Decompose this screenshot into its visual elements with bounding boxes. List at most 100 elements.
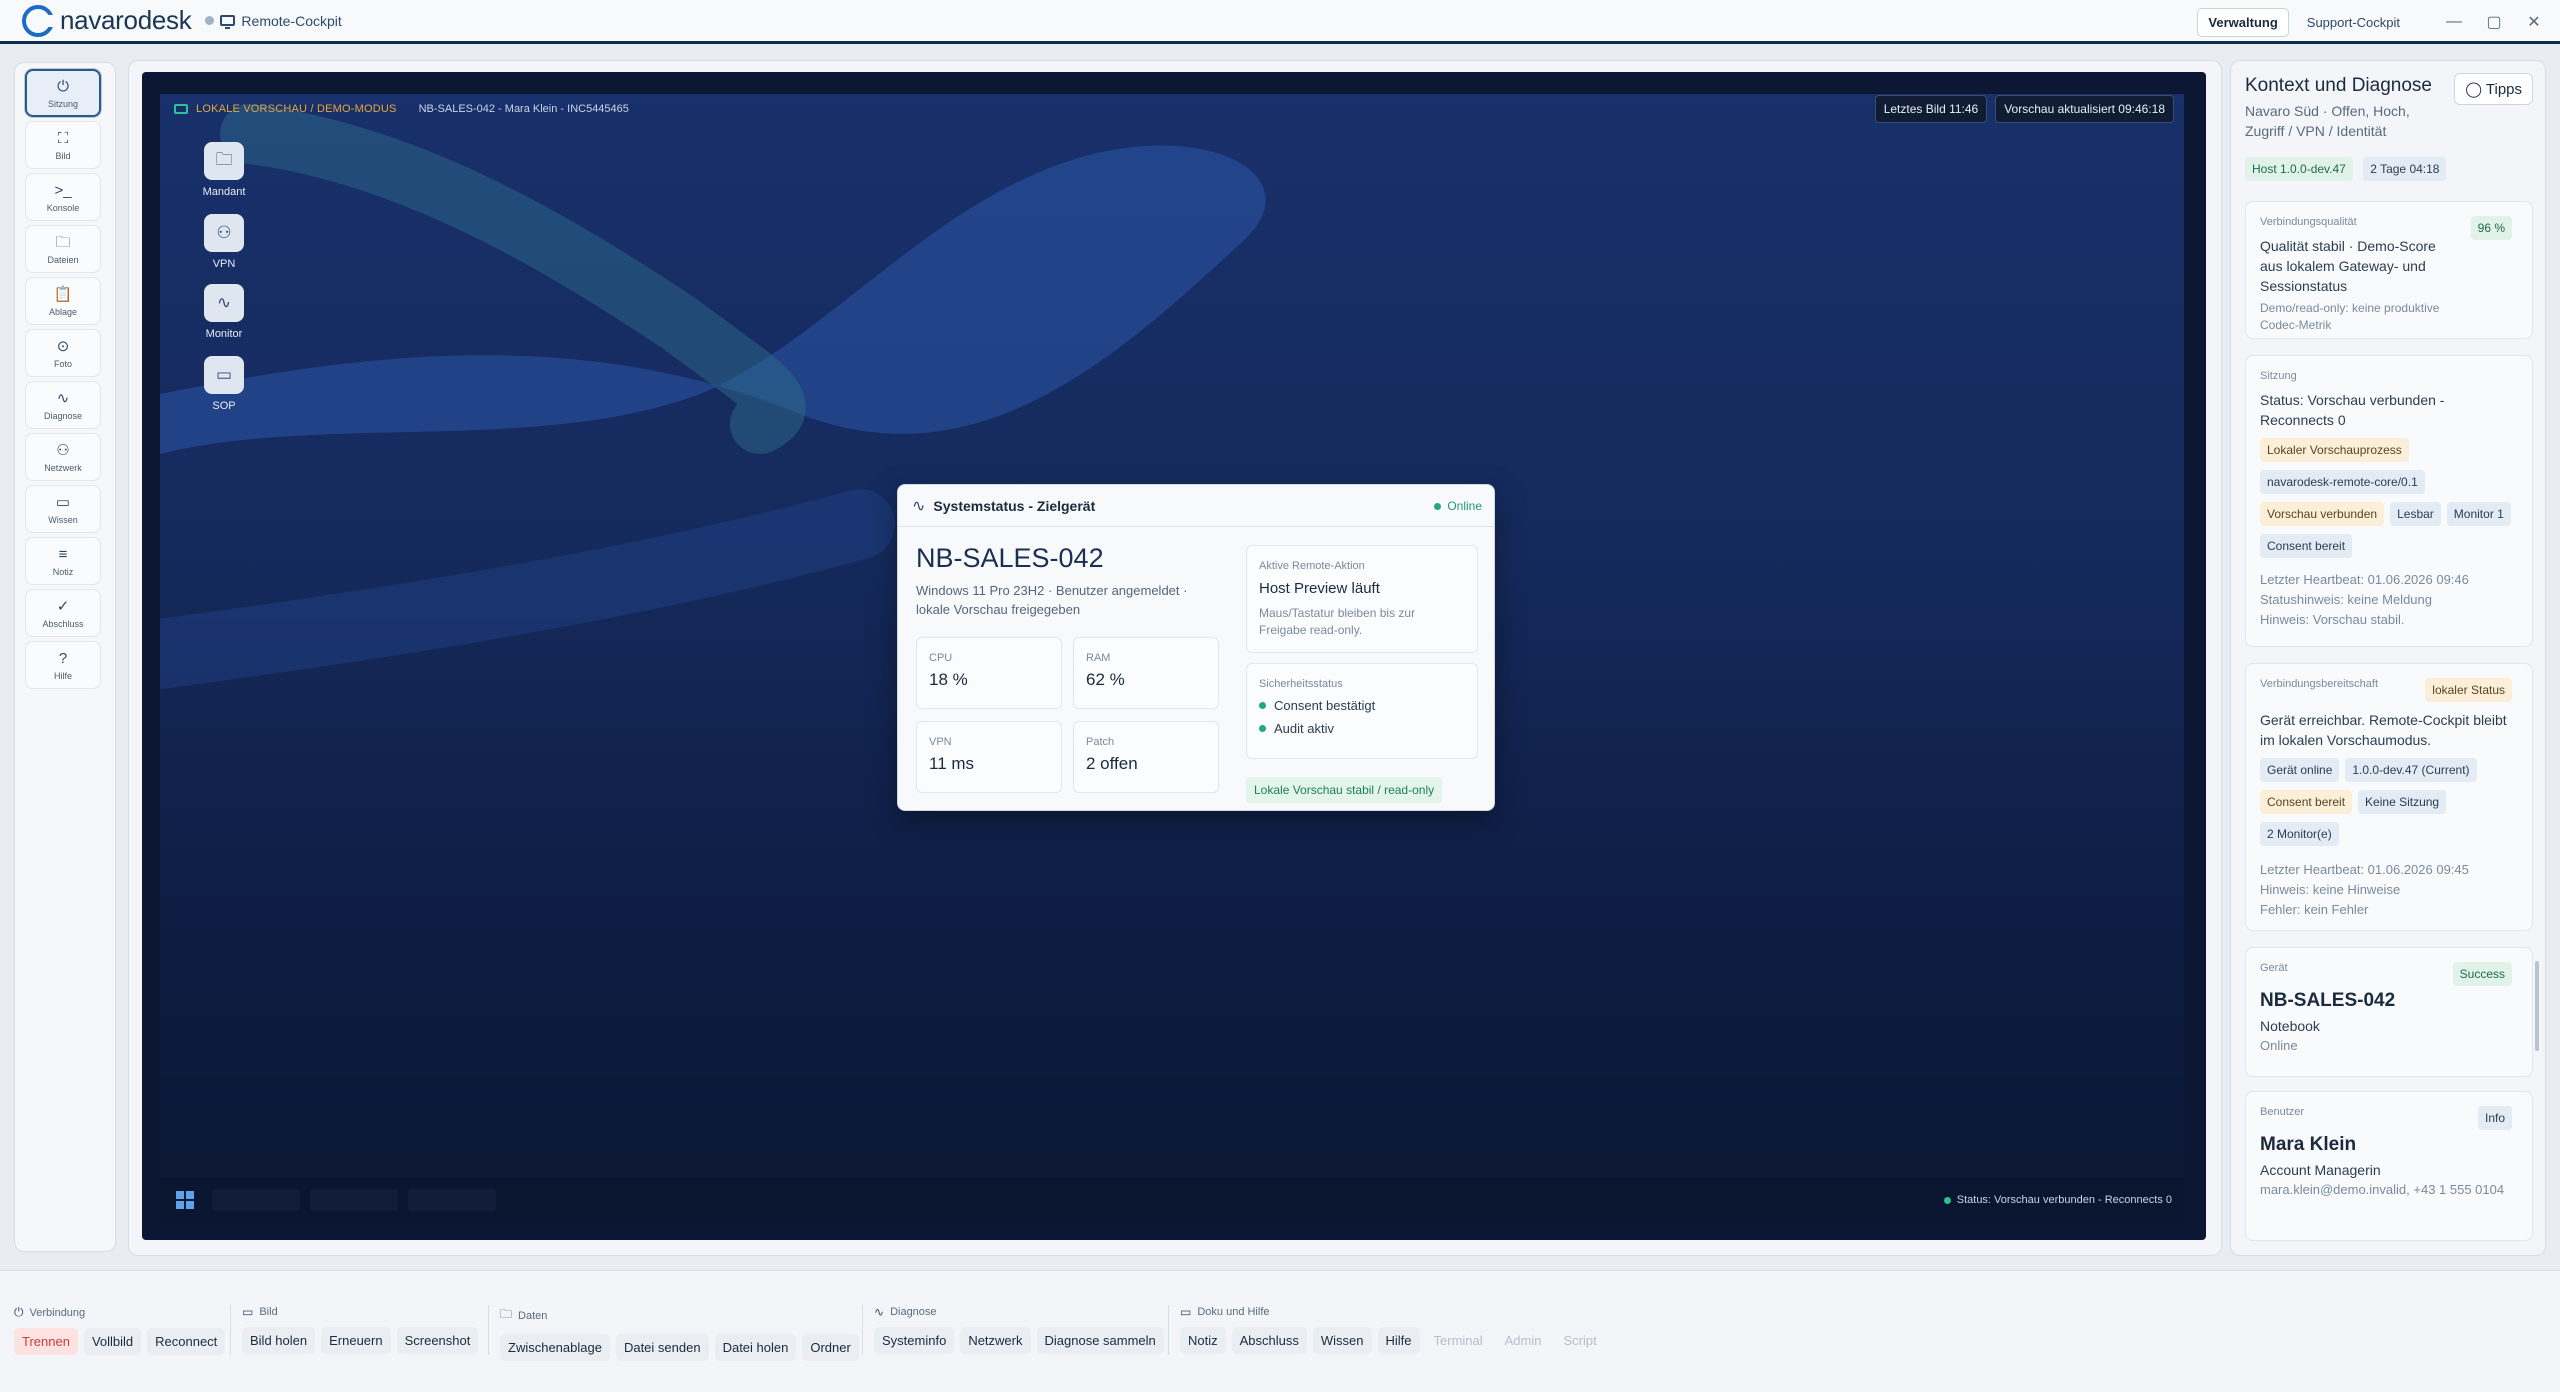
device-type: Notebook (2260, 1018, 2320, 1034)
reconnect-button[interactable]: Reconnect (147, 1328, 226, 1355)
minimize-button[interactable]: — (2434, 13, 2474, 31)
desktop-icon-sop[interactable]: ▭ SOP (204, 356, 244, 412)
group-divider (230, 1305, 231, 1355)
script-button: Script (1563, 1333, 1597, 1348)
security-item-text: Audit aktiv (1274, 721, 1334, 736)
desktop-icon-vpn[interactable]: ⚇ VPN (204, 214, 244, 270)
session-status-text: Status: Vorschau verbunden - Reconnects … (2260, 392, 2445, 428)
status-chip: 2 Monitor(e) (2260, 822, 2339, 846)
sidebar-item-sitzung[interactable]: ⏻ Sitzung (25, 69, 101, 117)
sidebar-item-bild[interactable]: ⛶ Bild (25, 121, 101, 169)
systeminfo-button[interactable]: Systeminfo (874, 1327, 955, 1354)
sidebar-item-label: Abschluss (42, 618, 84, 629)
security-item-text: Consent bestätigt (1274, 698, 1376, 713)
tab-verwaltung[interactable]: Verwaltung (2197, 7, 2289, 37)
readiness-lines: Letzter Heartbeat: 01.06.2026 09:45 Hinwe… (2260, 860, 2518, 920)
user-role: Account Managerin (2260, 1162, 2381, 1178)
action-group-header: ∿ Diagnose (874, 1305, 1170, 1319)
erneuern-button[interactable]: Erneuern (321, 1327, 391, 1354)
action-group-diagnose: ∿ Diagnose Systeminfo Netzwerk Diagnose samm… (874, 1305, 1170, 1354)
action-group-header: ▭ Bild (242, 1305, 484, 1319)
last-frame-badge: Letztes Bild 11:46 (1874, 95, 1988, 123)
notiz-button[interactable]: Notiz (1180, 1327, 1226, 1354)
abschluss-button[interactable]: Abschluss (1231, 1327, 1307, 1354)
sidebar-item-konsole[interactable]: >_ Konsole (25, 173, 101, 221)
taskbar-slot[interactable] (310, 1189, 398, 1211)
session-lines: Letzter Heartbeat: 01.06.2026 09:46 Statu… (2260, 570, 2518, 630)
diagnose-sammeln-button[interactable]: Diagnose sammeln (1036, 1327, 1164, 1354)
taskbar-status: Status: Vorschau verbunden - Reconnects … (1943, 1194, 2172, 1206)
note-icon: ≡ (58, 545, 68, 563)
status-dot (205, 16, 215, 25)
sidebar-item-abschluss[interactable]: ✓ Abschluss (25, 589, 101, 637)
sidebar-item-wissen[interactable]: ▭ Wissen (25, 485, 101, 533)
sidebar-item-notiz[interactable]: ≡ Notiz (25, 537, 101, 585)
info-line: Fehler: kein Fehler (2260, 902, 2369, 917)
status-dot (1259, 725, 1266, 732)
device-name: NB-SALES-042 (916, 543, 1104, 573)
host-version-chip: Host 1.0.0-dev.47 (2245, 157, 2353, 181)
sidebar-item-ablage[interactable]: 📋 Ablage (25, 277, 101, 325)
metric-value: 62 % (1086, 670, 1125, 689)
sidebar-item-diagnose[interactable]: ∿ Diagnose (25, 381, 101, 429)
context-sidebar: Kontext und Diagnose ◯ Tipps Navaro Süd … (2230, 60, 2546, 1256)
activity-icon: ∿ (56, 389, 70, 407)
status-dot (1943, 1196, 1951, 1204)
host-chips: Host 1.0.0-dev.47 2 Tage 04:18 (2245, 157, 2452, 189)
sidebar-item-netzwerk[interactable]: ⚇ Netzwerk (25, 433, 101, 481)
camera-icon: ⊙ (56, 337, 70, 355)
action-group-title: Doku und Hilfe (1197, 1306, 1270, 1318)
security-item: Audit aktiv (1259, 721, 1465, 736)
network-icon: ⚇ (204, 214, 244, 252)
security-item: Consent bestätigt (1259, 698, 1465, 713)
desktop-icon-mandant[interactable]: 🗀 Mandant (203, 142, 245, 198)
tips-button[interactable]: ◯ Tipps (2454, 73, 2533, 105)
bild-holen-button[interactable]: Bild holen (242, 1327, 316, 1354)
action-group-bild: ▭ Bild Bild holen Erneuern Screenshot (242, 1305, 484, 1354)
taskbar-slot[interactable] (212, 1189, 300, 1211)
context-title: Kontext und Diagnose (2245, 75, 2432, 96)
sidebar-item-foto[interactable]: ⊙ Foto (25, 329, 101, 377)
trennen-button[interactable]: Trennen (14, 1328, 78, 1355)
card-header: ∿ Systemstatus - Zielgerät Online (898, 485, 1494, 527)
device-name: NB-SALES-042 (2260, 990, 2396, 1011)
clipboard-icon: 📋 (53, 285, 73, 303)
taskbar-slot[interactable] (408, 1189, 496, 1211)
sidebar-item-hilfe[interactable]: ? Hilfe (25, 641, 101, 689)
wissen-button[interactable]: Wissen (1312, 1327, 1372, 1354)
action-group-buttons: Bild holen Erneuern Screenshot (242, 1327, 484, 1354)
screenshot-button[interactable]: Screenshot (396, 1327, 479, 1354)
tab-support-cockpit[interactable]: Support-Cockpit (2297, 9, 2410, 36)
netzwerk-button[interactable]: Netzwerk (960, 1327, 1031, 1354)
ordner-button[interactable]: Ordner (802, 1334, 859, 1361)
info-badge: Info (2477, 1106, 2512, 1130)
preview-updated-badge: Vorschau aktualisiert 09:46:18 (1995, 95, 2174, 123)
remote-action-title: Host Preview läuft (1259, 580, 1380, 597)
terminal-button: Terminal (1433, 1333, 1483, 1348)
status-chip: Lesbar (2390, 502, 2441, 526)
zwischenablage-button[interactable]: Zwischenablage (500, 1334, 610, 1361)
activity-icon: ∿ (204, 284, 244, 322)
scrollbar[interactable] (2535, 961, 2539, 1051)
tips-label: Tipps (2485, 81, 2522, 98)
close-button[interactable]: ✕ (2514, 12, 2554, 32)
security-status-box: Sicherheitsstatus Consent bestätigt Audi… (1246, 663, 1478, 759)
power-icon: ⏻ (57, 77, 69, 95)
device-panel: Gerät Success NB-SALES-042 Notebook Onli… (2245, 947, 2533, 1077)
session-id: NB-SALES-042 - Mara Klein - INC5445465 (418, 103, 629, 115)
info-line: Letzter Heartbeat: 01.06.2026 09:46 (2260, 572, 2469, 587)
remote-action-label: Aktive Remote-Aktion (1259, 560, 1365, 572)
sidebar-item-label: Sitzung (47, 98, 79, 109)
desktop-icon-monitor[interactable]: ∿ Monitor (204, 284, 244, 340)
online-badge: Online (1434, 499, 1482, 513)
start-menu-icon[interactable] (176, 1191, 194, 1209)
vollbild-button[interactable]: Vollbild (83, 1328, 142, 1355)
hilfe-button[interactable]: Hilfe (1377, 1327, 1420, 1354)
sidebar-item-label: Notiz (52, 566, 74, 577)
datei-holen-button[interactable]: Datei holen (714, 1334, 797, 1361)
online-text: Online (1447, 499, 1482, 513)
datei-senden-button[interactable]: Datei senden (615, 1334, 709, 1361)
sidebar-item-dateien[interactable]: 🗀 Dateien (25, 225, 101, 273)
device-subtitle: Windows 11 Pro 23H2 · Benutzer angemelde… (916, 583, 1188, 617)
maximize-button[interactable]: ▢ (2474, 12, 2514, 32)
